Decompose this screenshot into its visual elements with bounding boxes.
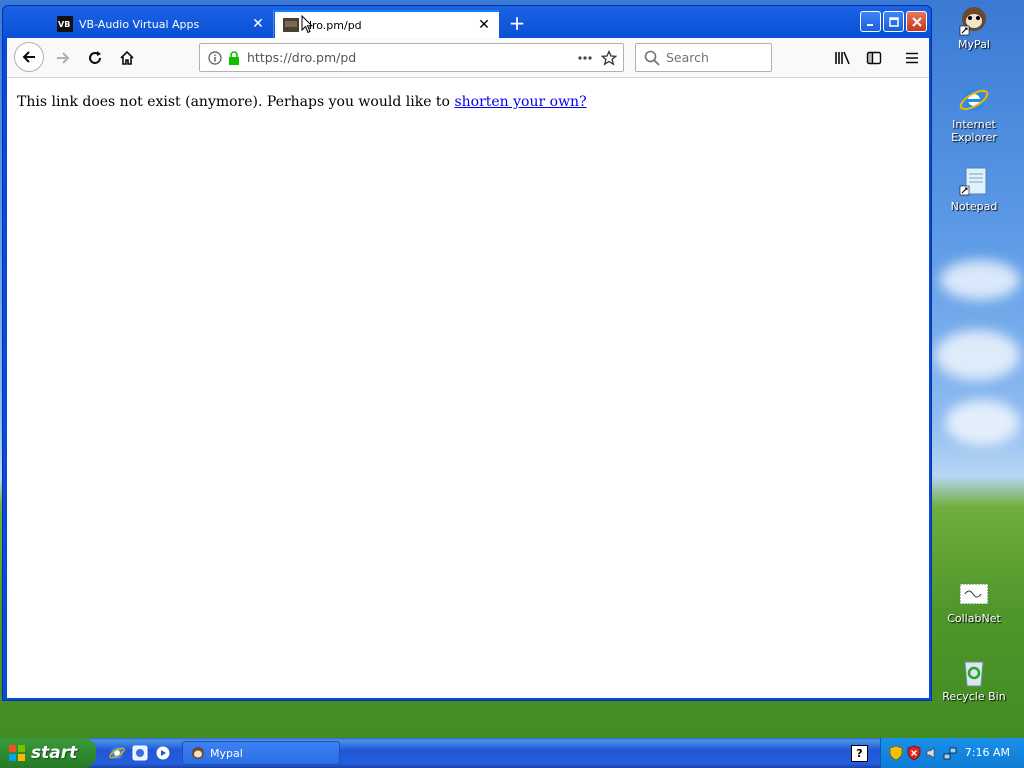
- star-icon[interactable]: [601, 49, 617, 66]
- url-bar[interactable]: https://dro.pm/pd: [199, 43, 624, 72]
- desktop-icon-label: Recycle Bin: [942, 690, 1006, 703]
- desktop-icon-recycle-bin[interactable]: Recycle Bin: [937, 656, 1011, 703]
- page-content: This link does not exist (anymore). Perh…: [7, 78, 929, 698]
- sidebar-icon: [866, 51, 882, 65]
- desktop-icon-collabnet[interactable]: CollabNet: [937, 578, 1011, 625]
- info-icon[interactable]: [208, 50, 222, 65]
- reload-icon: [89, 51, 101, 64]
- new-tab-button[interactable]: +: [507, 12, 527, 34]
- firefox-quicklaunch-icon[interactable]: [132, 745, 148, 761]
- minimize-button[interactable]: [860, 11, 881, 32]
- tab-strip: VB VB-Audio Virtual Apps ✕ dro.pm/pd ✕ +: [3, 6, 931, 38]
- system-tray: 7:16 AM: [880, 738, 1024, 768]
- shield-icon[interactable]: [889, 745, 903, 764]
- search-input[interactable]: Search: [635, 43, 772, 72]
- windows-logo-icon: [8, 744, 26, 762]
- forward-button[interactable]: [48, 43, 78, 73]
- network-icon[interactable]: [943, 745, 957, 764]
- security-alert-icon[interactable]: [907, 745, 921, 764]
- url-text: https://dro.pm/pd: [247, 50, 357, 65]
- start-label: start: [31, 743, 78, 763]
- back-button[interactable]: [14, 42, 44, 72]
- library-icon: [835, 51, 850, 65]
- mypal-icon: [191, 746, 205, 760]
- library-button[interactable]: [828, 43, 858, 73]
- taskbar-item-mypal[interactable]: Mypal: [182, 741, 340, 765]
- volume-icon[interactable]: [925, 745, 939, 764]
- tab-title: dro.pm/pd: [305, 18, 362, 32]
- menu-icon: [906, 52, 918, 64]
- close-icon[interactable]: ✕: [251, 16, 265, 32]
- minimize-icon: [866, 23, 873, 26]
- start-button[interactable]: start: [0, 738, 96, 768]
- tab-vb-audio[interactable]: VB VB-Audio Virtual Apps ✕: [49, 10, 274, 38]
- forward-icon: [57, 52, 70, 64]
- maximize-icon: [888, 16, 899, 27]
- taskbar: start Mypal ? 7:16 AM: [0, 738, 1024, 768]
- close-icon[interactable]: ✕: [477, 17, 491, 33]
- desktop-icon-label: Notepad: [950, 200, 998, 213]
- internet-explorer-quicklaunch-icon[interactable]: [109, 745, 125, 761]
- menu-button[interactable]: [897, 43, 927, 73]
- taskbar-item-label: Mypal: [210, 746, 243, 760]
- message-text: This link does not exist (anymore). Perh…: [17, 94, 455, 110]
- help-icon[interactable]: ?: [851, 745, 868, 762]
- window-close-button[interactable]: [906, 11, 927, 32]
- internet-explorer-icon: [958, 84, 990, 116]
- sidebar-button[interactable]: [859, 43, 889, 73]
- search-placeholder: Search: [666, 50, 709, 65]
- desktop-icon-internet-explorer[interactable]: Internet Explorer: [937, 84, 1011, 144]
- desktop-icon-label: MyPal: [958, 38, 990, 51]
- back-icon: [22, 51, 35, 63]
- media-player-quicklaunch-icon[interactable]: [155, 745, 171, 761]
- recycle-bin-icon: [958, 656, 990, 688]
- home-icon: [120, 50, 134, 65]
- navigation-toolbar: https://dro.pm/pd Search: [7, 38, 929, 78]
- lock-icon[interactable]: [227, 50, 241, 65]
- desktop-icon-mypal[interactable]: MyPal: [937, 4, 1011, 51]
- browser-window: VB VB-Audio Virtual Apps ✕ dro.pm/pd ✕ +: [2, 5, 932, 701]
- not-found-message: This link does not exist (anymore). Perh…: [17, 94, 587, 110]
- vb-audio-icon: VB: [57, 16, 73, 32]
- desktop-icon-label: CollabNet: [947, 612, 1001, 625]
- clock: 7:16 AM: [964, 746, 1010, 759]
- mouse-cursor-icon: [301, 14, 314, 37]
- maximize-button[interactable]: [883, 11, 904, 32]
- more-icon[interactable]: [577, 51, 593, 65]
- svg-text:VB: VB: [58, 20, 70, 29]
- close-icon: [911, 16, 922, 27]
- mypal-icon: [958, 4, 990, 36]
- collabnet-icon: [958, 578, 990, 610]
- reload-button[interactable]: [80, 43, 110, 73]
- notepad-icon: [958, 166, 990, 198]
- shorten-link[interactable]: shorten your own?: [454, 94, 586, 110]
- page-favicon-icon: [283, 17, 299, 33]
- desktop-icon-label: Internet Explorer: [951, 118, 997, 144]
- search-icon: [644, 50, 660, 66]
- tab-title: VB-Audio Virtual Apps: [79, 17, 200, 31]
- home-button[interactable]: [112, 43, 142, 73]
- desktop-icon-notepad[interactable]: Notepad: [937, 166, 1011, 213]
